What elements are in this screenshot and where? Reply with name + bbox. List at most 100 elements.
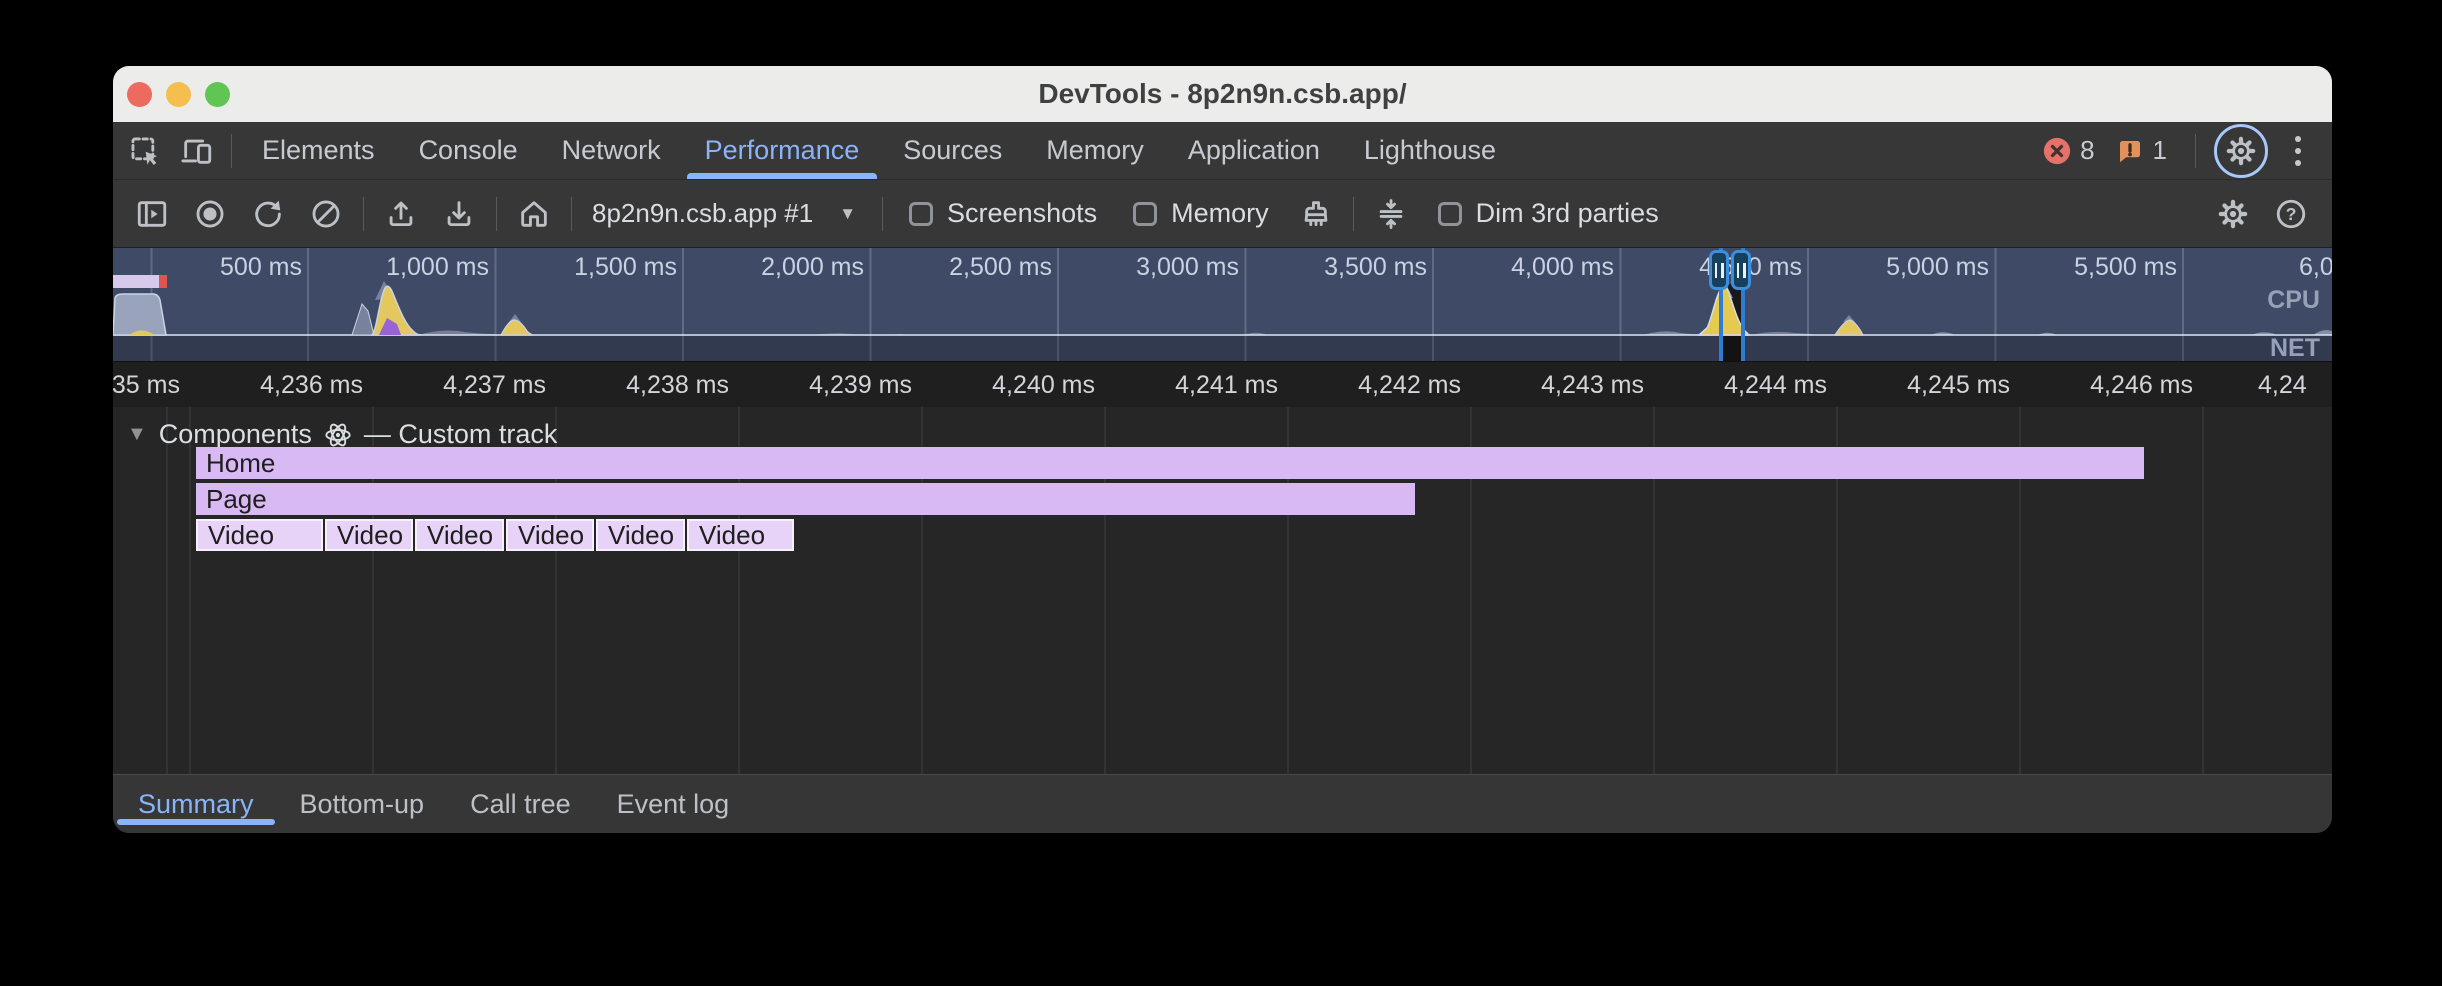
ruler-tick: 4,244 ms (1647, 371, 1827, 400)
timeline-ruler: 35 ms 4,236 ms 4,237 ms 4,238 ms 4,239 m… (113, 361, 2332, 407)
toggle-sidebar-icon[interactable] (123, 184, 181, 244)
target-selector[interactable]: 8p2n9n.csb.app #1 ▼ (580, 198, 874, 229)
error-count: 8 (2080, 135, 2094, 166)
tab-call-tree[interactable]: Call tree (447, 775, 594, 833)
home-icon[interactable] (505, 184, 563, 244)
toggle-device-toolbar-icon[interactable] (171, 122, 223, 179)
tab-summary[interactable]: Summary (115, 775, 277, 833)
ruler-tick: 4,246 ms (2013, 371, 2193, 400)
ruler-tick: 4,238 ms (549, 371, 729, 400)
issue-count: 1 (2153, 135, 2167, 166)
separator (1353, 197, 1354, 231)
right-drag-handle[interactable] (1731, 250, 1751, 290)
tab-bottom-up[interactable]: Bottom-up (277, 775, 448, 833)
dim-3rd-parties-label: Dim 3rd parties (1476, 198, 1659, 229)
dim-3rd-parties-checkbox[interactable]: Dim 3rd parties (1438, 198, 1659, 229)
cpu-activity-chart (113, 248, 2332, 361)
issue-icon (2115, 136, 2145, 166)
ruler-tick: 35 ms (113, 371, 180, 400)
tab-application[interactable]: Application (1166, 122, 1342, 179)
timeline-overview[interactable]: 500 ms 1,000 ms 1,500 ms 2,000 ms 2,500 … (113, 248, 2332, 361)
flame-bar-page[interactable]: Page (196, 483, 1415, 515)
checkbox-box (909, 202, 933, 226)
ruler-tick: 4,239 ms (732, 371, 912, 400)
separator (231, 134, 232, 168)
performance-toolbar: 8p2n9n.csb.app #1 ▼ Screenshots Memory D… (113, 180, 2332, 248)
ruler-tick: 4,236 ms (183, 371, 363, 400)
save-profile-icon[interactable] (430, 184, 488, 244)
reload-record-icon[interactable] (239, 184, 297, 244)
window-title: DevTools - 8p2n9n.csb.app/ (1038, 78, 1406, 110)
clear-icon[interactable] (297, 184, 355, 244)
collect-garbage-icon[interactable] (1287, 184, 1345, 244)
details-tabbar: Summary Bottom-up Call tree Event log (113, 774, 2332, 833)
memory-checkbox[interactable]: Memory (1133, 198, 1269, 229)
left-drag-handle[interactable] (1709, 250, 1729, 290)
settings-focus-ring[interactable] (2214, 124, 2268, 178)
tab-memory[interactable]: Memory (1024, 122, 1166, 179)
devtools-tabbar: Elements Console Network Performance Sou… (113, 122, 2332, 180)
flame-bar-video[interactable]: Video (196, 519, 323, 551)
settings-gear-icon (2224, 134, 2258, 168)
flame-bar-video[interactable]: Video (596, 519, 685, 551)
load-profile-icon[interactable] (372, 184, 430, 244)
checkbox-box (1438, 202, 1462, 226)
checkbox-box (1133, 202, 1157, 226)
screenshots-checkbox[interactable]: Screenshots (909, 198, 1097, 229)
console-errors-badge[interactable]: 8 (2042, 135, 2094, 166)
tab-network[interactable]: Network (540, 122, 683, 179)
expand-triangle-icon: ▼ (127, 423, 147, 446)
ruler-tick: 4,240 ms (915, 371, 1095, 400)
track-name: Components (159, 419, 312, 450)
flame-bar-video[interactable]: Video (325, 519, 413, 551)
separator (2195, 134, 2196, 168)
target-name: 8p2n9n.csb.app #1 (592, 198, 813, 229)
ruler-tick: 4,241 ms (1098, 371, 1278, 400)
tab-sources[interactable]: Sources (881, 122, 1024, 179)
toolbar-right-cluster: ? (2204, 184, 2332, 244)
flame-bar-video[interactable]: Video (506, 519, 594, 551)
flame-bar-video[interactable]: Video (415, 519, 504, 551)
tab-event-log[interactable]: Event log (594, 775, 753, 833)
traffic-lights (127, 66, 230, 122)
separator (496, 197, 497, 231)
screenshots-label: Screenshots (947, 198, 1097, 229)
record-icon[interactable] (181, 184, 239, 244)
atom-icon (324, 421, 352, 449)
tab-lighthouse[interactable]: Lighthouse (1342, 122, 1518, 179)
net-label: NET (2220, 334, 2320, 361)
ruler-tick: 4,24 (2258, 371, 2332, 400)
issues-badge[interactable]: 1 (2115, 135, 2167, 166)
separator (571, 197, 572, 231)
help-icon[interactable]: ? (2262, 184, 2320, 244)
close-window-button[interactable] (127, 82, 152, 107)
components-track-header[interactable]: ▼ Components — Custom track (127, 419, 557, 450)
devtools-window: DevTools - 8p2n9n.csb.app/ Elements Cons… (113, 66, 2332, 833)
zoom-window-button[interactable] (205, 82, 230, 107)
ruler-tick: 4,237 ms (366, 371, 546, 400)
capture-settings-gear-icon[interactable] (2204, 184, 2262, 244)
memory-label: Memory (1171, 198, 1269, 229)
svg-text:?: ? (2286, 204, 2297, 224)
tabbar-right-cluster: 8 1 (2042, 122, 2332, 179)
error-icon (2042, 136, 2072, 166)
inspect-element-icon[interactable] (119, 122, 171, 179)
tab-performance[interactable]: Performance (683, 122, 882, 179)
separator (882, 197, 883, 231)
tab-elements[interactable]: Elements (240, 122, 397, 179)
chevron-down-icon: ▼ (839, 204, 856, 224)
tab-console[interactable]: Console (397, 122, 540, 179)
separator (363, 197, 364, 231)
more-options-icon[interactable] (2278, 136, 2318, 166)
ruler-tick: 4,245 ms (1830, 371, 2010, 400)
ruler-tick: 4,242 ms (1281, 371, 1461, 400)
minimize-window-button[interactable] (166, 82, 191, 107)
flame-bar-video[interactable]: Video (687, 519, 794, 551)
flame-bar-home[interactable]: Home (196, 447, 2144, 479)
flame-chart-area: ▼ Components — Custom track Home Page Vi… (113, 407, 2332, 774)
collapse-sections-icon[interactable] (1362, 184, 1420, 244)
track-suffix: — Custom track (364, 419, 558, 450)
cpu-label: CPU (2220, 286, 2320, 315)
ruler-tick: 4,243 ms (1464, 371, 1644, 400)
window-titlebar: DevTools - 8p2n9n.csb.app/ (113, 66, 2332, 122)
